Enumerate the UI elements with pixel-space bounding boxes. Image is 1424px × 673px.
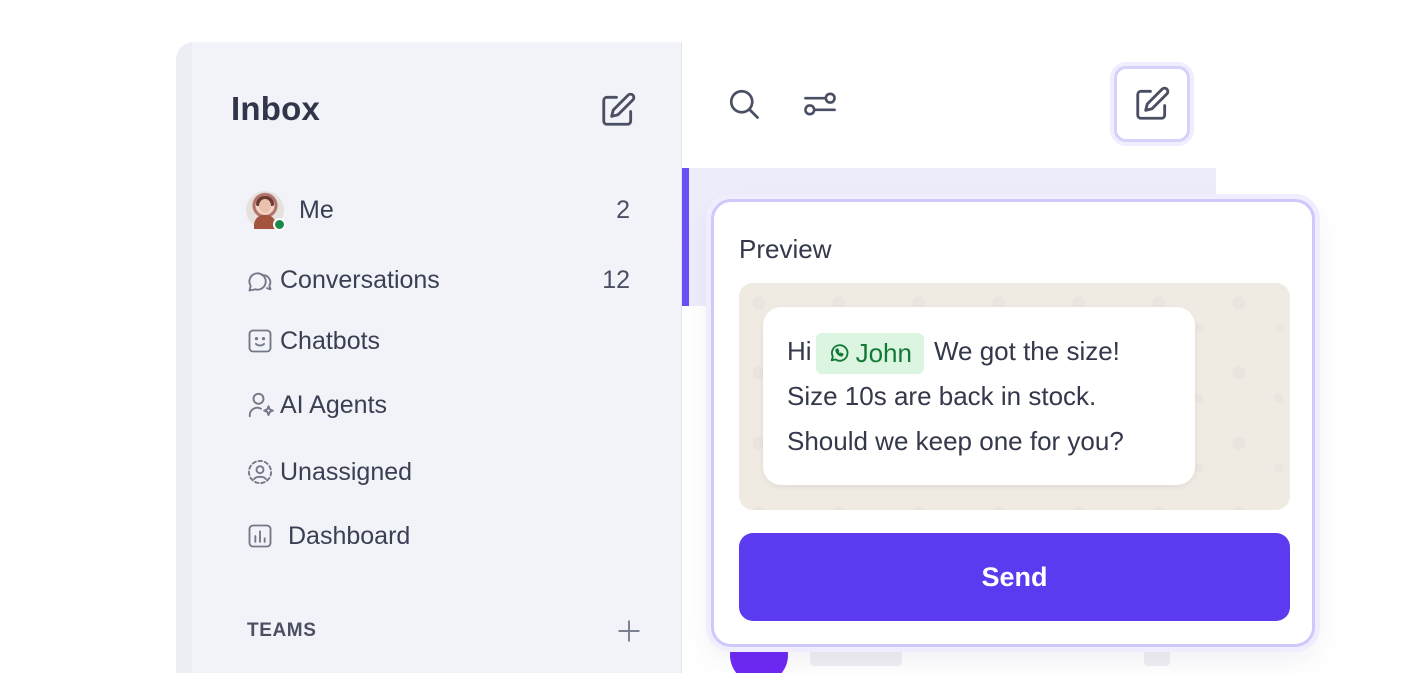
message-line: Size 10s are back in stock. <box>787 381 1097 411</box>
add-team-button[interactable] <box>616 618 642 649</box>
search-button[interactable] <box>726 86 762 127</box>
inbox-sidebar: Inbox Me 2 Conversations 12 Chatbots AI … <box>176 42 682 673</box>
filter-button[interactable] <box>802 88 838 125</box>
compose-button[interactable] <box>598 90 638 130</box>
sidebar-item-conversations[interactable]: Conversations 12 <box>246 258 646 302</box>
filter-sliders-icon <box>804 92 836 116</box>
contact-variable-chip[interactable]: John <box>815 332 924 374</box>
placeholder-bar <box>1144 646 1170 666</box>
message-text: We got the size! <box>933 336 1120 366</box>
user-circle-dashed-icon <box>246 458 280 486</box>
send-button[interactable]: Send <box>739 533 1290 621</box>
message-line: Should we keep one for you? <box>787 426 1124 456</box>
search-icon <box>729 89 759 119</box>
message-greeting: Hi <box>787 336 812 366</box>
sidebar-item-label: AI Agents <box>280 390 388 419</box>
sidebar-item-label: Conversations <box>280 265 440 294</box>
online-status-dot <box>273 218 286 231</box>
page-title: Inbox <box>231 90 320 127</box>
avatar <box>246 191 286 231</box>
sidebar-item-label: Unassigned <box>280 457 413 486</box>
new-message-button[interactable] <box>1114 66 1190 142</box>
person-sparkle-icon <box>246 390 280 420</box>
bot-face-icon <box>246 327 280 355</box>
message-line: Hi John We got the size! <box>787 329 1171 374</box>
edit-square-icon <box>1136 86 1170 120</box>
whatsapp-icon <box>830 344 848 362</box>
contact-name: John <box>855 337 912 368</box>
sidebar-item-count: 12 <box>602 265 630 294</box>
bar-chart-icon <box>246 522 288 550</box>
sidebar-item-unassigned[interactable]: Unassigned <box>246 450 646 494</box>
teams-section-label: TEAMS <box>247 620 317 641</box>
message-bubble: Hi John We got the size! Size 10s are back… <box>763 307 1195 485</box>
sidebar-item-label: Chatbots <box>280 326 381 355</box>
sidebar-item-label: Dashboard <box>288 521 411 550</box>
preview-title: Preview <box>739 234 832 264</box>
message-preview-card: Preview Hi John We got the size! Size 10s … <box>711 199 1315 647</box>
sidebar-item-dashboard[interactable]: Dashboard <box>246 514 646 558</box>
sidebar-item-ai-agents[interactable]: AI Agents <box>246 383 646 427</box>
placeholder-bar <box>810 646 902 666</box>
edit-square-icon <box>602 92 636 126</box>
chat-bubbles-icon <box>246 266 280 294</box>
plus-icon <box>618 620 640 642</box>
sidebar-item-chatbots[interactable]: Chatbots <box>246 319 646 363</box>
sidebar-item-me[interactable]: Me 2 <box>246 188 646 232</box>
chat-background: Hi John We got the size! Size 10s are back… <box>739 283 1290 510</box>
sidebar-item-count: 2 <box>616 195 630 224</box>
sidebar-item-label: Me <box>299 195 334 224</box>
